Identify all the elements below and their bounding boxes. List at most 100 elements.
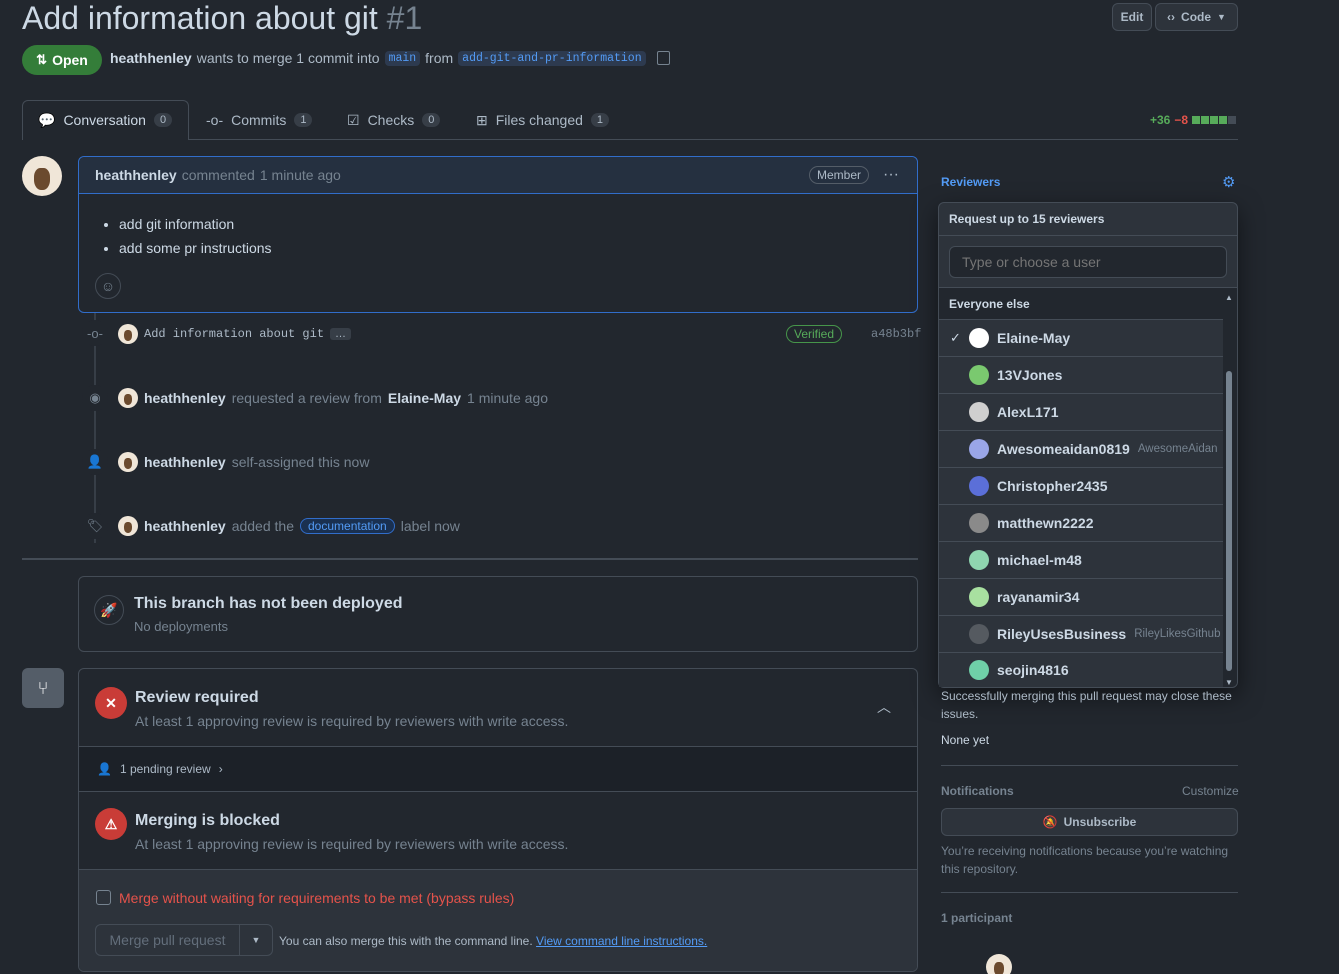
bell-slash-icon: 🔕	[1042, 815, 1058, 829]
unsubscribe-button[interactable]: 🔕 Unsubscribe	[941, 808, 1238, 836]
commit-message[interactable]: Add information about git	[144, 327, 324, 341]
reviewer-name: RileyUsesBusiness	[997, 626, 1127, 642]
reviewer-name: matthewn2222	[997, 515, 1094, 531]
merge-pull-request-button[interactable]: Merge pull request	[96, 925, 240, 955]
verified-badge[interactable]: Verified	[786, 325, 843, 343]
reviewer-option[interactable]: RileyUsesBusiness RileyLikesGithub	[939, 615, 1223, 652]
reviewer-link[interactable]: Elaine-May	[388, 390, 461, 406]
tab-label: Files changed	[495, 112, 583, 128]
tabs-divider	[22, 139, 1238, 140]
deploy-title: This branch has not been deployed	[134, 595, 403, 612]
review-sub: At least 1 approving review is required …	[135, 713, 569, 729]
commit-icon: -o-	[206, 112, 224, 128]
chevron-up-icon[interactable]: ︿	[877, 697, 891, 717]
blocked-title: Merging is blocked	[135, 812, 280, 829]
file-diff-icon: ⊞	[476, 111, 488, 128]
assign-event: heathhenley self-assigned this now	[118, 452, 369, 472]
actor-link[interactable]: heathhenley	[144, 390, 226, 406]
unsubscribe-label: Unsubscribe	[1063, 815, 1137, 829]
avatar[interactable]	[118, 452, 138, 472]
comment-author[interactable]: heathhenley	[95, 167, 177, 183]
development-text: Successfully merging this pull request m…	[941, 689, 1232, 721]
code-button[interactable]: ‹› Code ▼	[1155, 3, 1238, 31]
caret-down-icon[interactable]: ▼	[240, 925, 272, 955]
commit-ellipsis-button[interactable]: …	[330, 328, 352, 340]
event-text-after: label now	[400, 518, 460, 534]
event-text: self-assigned this now	[231, 454, 370, 470]
comment-header: heathhenley commented 1 minute ago Membe…	[79, 157, 917, 194]
comment-box: heathhenley commented 1 minute ago Membe…	[78, 156, 918, 313]
edit-button[interactable]: Edit	[1112, 3, 1152, 31]
from-text: from	[425, 50, 454, 66]
reviewer-option[interactable]: michael-m48	[939, 541, 1223, 578]
sidebar-divider	[941, 765, 1238, 766]
tab-files-changed[interactable]: ⊞ Files changed 1	[476, 100, 610, 140]
author-link[interactable]: heathhenley	[110, 50, 192, 66]
scroll-down-icon[interactable]: ▼	[1225, 678, 1233, 687]
blocked-sub: At least 1 approving review is required …	[135, 836, 569, 852]
scrollbar-thumb[interactable]	[1226, 371, 1232, 671]
avatar[interactable]	[22, 156, 62, 196]
reviewer-option[interactable]: Christopher2435	[939, 467, 1223, 504]
scrollbar[interactable]: ▲ ▼	[1221, 289, 1237, 687]
merge-blocked-section: ⚠ Merging is blocked At least 1 approvin…	[79, 792, 917, 870]
head-branch[interactable]: add-git-and-pr-information	[458, 50, 646, 66]
reviewer-option[interactable]: AlexL171	[939, 393, 1223, 430]
avatar[interactable]	[985, 954, 1012, 974]
person-icon: 👤	[82, 449, 108, 475]
cli-link[interactable]: View command line instructions.	[536, 934, 707, 948]
label-event: heathhenley added the documentation labe…	[118, 516, 460, 536]
merge-text: wants to merge 1 commit into	[196, 50, 380, 66]
page-title: Add information about git #1	[22, 0, 422, 37]
actor-link[interactable]: heathhenley	[144, 454, 226, 470]
customize-link[interactable]: Customize	[1182, 784, 1239, 798]
comment-time[interactable]: 1 minute ago	[260, 167, 341, 183]
reviewer-option[interactable]: rayanamir34	[939, 578, 1223, 615]
avatar[interactable]	[118, 324, 138, 344]
comment-action: commented	[181, 167, 255, 183]
scroll-up-icon[interactable]: ▲	[1225, 293, 1233, 302]
bypass-label[interactable]: Merge without waiting for requirements t…	[119, 890, 514, 906]
reviewer-name: Awesomeaidan0819	[997, 441, 1130, 457]
bypass-checkbox[interactable]	[96, 890, 111, 905]
avatar[interactable]	[118, 388, 138, 408]
reviewer-option[interactable]: ✓ Elaine-May	[939, 319, 1223, 356]
event-text: requested a review from	[231, 390, 382, 406]
reviewer-option[interactable]: Awesomeaidan0819 AwesomeAidan	[939, 430, 1223, 467]
actor-link[interactable]: heathhenley	[144, 518, 226, 534]
reviewer-search-input[interactable]	[949, 246, 1227, 278]
merge-actions: Merge without waiting for requirements t…	[79, 870, 917, 971]
dropdown-title: Request up to 15 reviewers	[939, 203, 1237, 236]
gear-icon[interactable]: ⚙	[1222, 173, 1235, 191]
chevron-right-icon: ›	[218, 762, 223, 776]
avatar[interactable]	[118, 516, 138, 536]
pending-label: 1 pending review	[119, 762, 211, 776]
diff-added: +36	[1150, 113, 1171, 127]
deployment-box: 🚀 This branch has not been deployed No d…	[78, 576, 918, 652]
pull-request-icon: ⇅	[36, 52, 48, 67]
kebab-menu-icon[interactable]: ···	[883, 166, 899, 184]
rocket-icon: 🚀	[94, 595, 124, 625]
reviewer-option[interactable]: 13VJones	[939, 356, 1223, 393]
code-icon: ‹›	[1167, 10, 1176, 24]
copy-icon[interactable]	[656, 51, 670, 65]
review-title: Review required	[135, 689, 259, 706]
tab-checks[interactable]: ☑ Checks 0	[347, 100, 441, 140]
pr-number: #1	[386, 0, 423, 36]
smiley-icon[interactable]: ☺	[95, 273, 121, 299]
caret-down-icon: ▼	[1217, 12, 1226, 22]
commit-sha[interactable]: a48b3bf	[871, 327, 921, 341]
pending-review-row[interactable]: 👤 1 pending review ›	[79, 747, 917, 792]
tab-commits[interactable]: -o- Commits 1	[206, 100, 313, 140]
tab-conversation[interactable]: 💬 Conversation 0	[38, 100, 173, 140]
reviewer-name: seojin4816	[997, 662, 1069, 678]
avatar	[969, 365, 989, 385]
review-required-section: ✕ Review required At least 1 approving r…	[79, 669, 917, 747]
reviewers-label[interactable]: Reviewers	[941, 175, 1000, 189]
reviewer-option[interactable]: seojin4816	[939, 652, 1223, 687]
label-badge[interactable]: documentation	[300, 518, 395, 534]
reviewer-option[interactable]: matthewn2222	[939, 504, 1223, 541]
event-time[interactable]: 1 minute ago	[467, 390, 548, 406]
base-branch[interactable]: main	[384, 50, 421, 66]
reviewer-display-name: RileyLikesGithub	[1134, 628, 1221, 640]
